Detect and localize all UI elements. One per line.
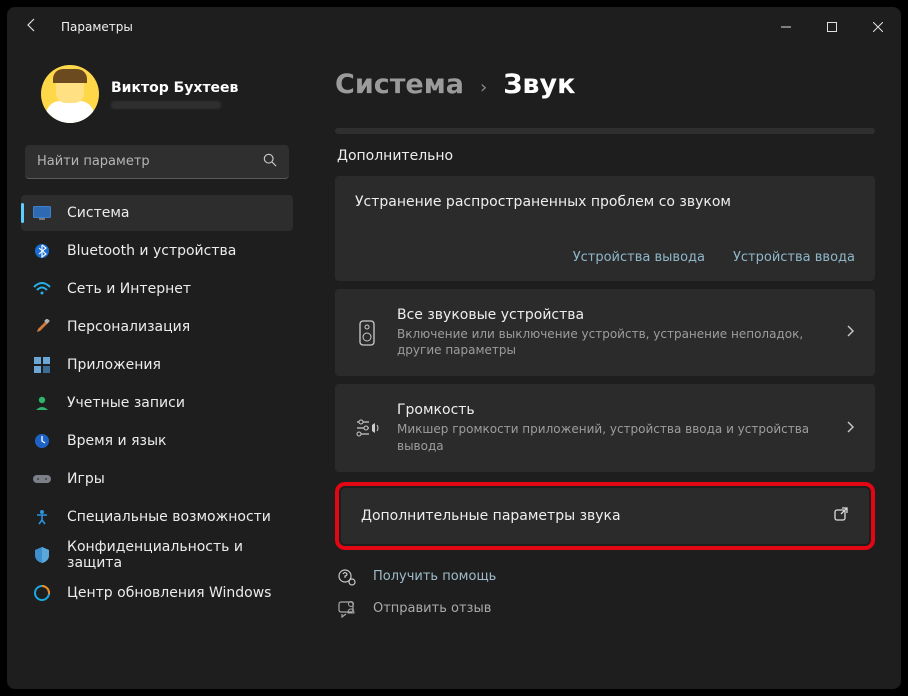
close-button[interactable] bbox=[855, 7, 901, 47]
nav-item-privacy[interactable]: Конфиденциальность и защита bbox=[21, 537, 293, 573]
nav-label: Центр обновления Windows bbox=[67, 585, 271, 601]
wifi-icon bbox=[33, 280, 51, 298]
brush-icon bbox=[33, 318, 51, 336]
card-troubleshoot-sound: Устранение распространенных проблем со з… bbox=[335, 176, 875, 281]
nav-label: Конфиденциальность и защита bbox=[67, 539, 281, 571]
nav-item-system[interactable]: Система bbox=[21, 195, 293, 231]
open-external-icon bbox=[833, 506, 849, 526]
nav-item-network[interactable]: Сеть и Интернет bbox=[21, 271, 293, 307]
apps-icon bbox=[33, 356, 51, 374]
nav-label: Специальные возможности bbox=[67, 509, 271, 525]
nav-item-time-language[interactable]: Время и язык bbox=[21, 423, 293, 459]
user-email-blurred bbox=[111, 101, 221, 109]
user-block[interactable]: Виктор Бухтеев bbox=[21, 47, 293, 145]
card-title: Дополнительные параметры звука bbox=[361, 508, 815, 524]
link-send-feedback[interactable]: Отправить отзыв bbox=[337, 600, 875, 618]
display-icon bbox=[33, 204, 51, 222]
update-icon bbox=[33, 584, 51, 602]
clock-globe-icon bbox=[33, 432, 51, 450]
card-title: Громкость bbox=[397, 402, 827, 418]
gamepad-icon bbox=[33, 470, 51, 488]
feedback-icon bbox=[337, 600, 357, 618]
mixer-icon bbox=[355, 418, 379, 438]
user-name: Виктор Бухтеев bbox=[111, 80, 238, 96]
chevron-right-icon: › bbox=[480, 77, 487, 98]
nav-label: Персонализация bbox=[67, 319, 190, 335]
link-label: Отправить отзыв bbox=[373, 601, 491, 616]
nav-item-accessibility[interactable]: Специальные возможности bbox=[21, 499, 293, 535]
nav-label: Система bbox=[67, 205, 129, 221]
minimize-button[interactable] bbox=[763, 7, 809, 47]
breadcrumb-current: Звук bbox=[503, 69, 575, 100]
scroll-edge-indicator bbox=[335, 128, 875, 134]
nav-label: Приложения bbox=[67, 357, 161, 373]
nav-item-accounts[interactable]: Учетные записи bbox=[21, 385, 293, 421]
card-subtitle: Включение или выключение устройств, устр… bbox=[397, 326, 827, 358]
link-get-help[interactable]: Получить помощь bbox=[337, 568, 875, 586]
titlebar: Параметры bbox=[7, 7, 901, 47]
shield-icon bbox=[33, 546, 51, 564]
link-label: Получить помощь bbox=[373, 569, 496, 584]
link-input-devices[interactable]: Устройства ввода bbox=[733, 250, 855, 265]
help-chat-icon bbox=[337, 568, 357, 586]
nav-label: Bluetooth и устройства bbox=[67, 243, 236, 259]
speaker-icon bbox=[355, 320, 379, 346]
nav-item-gaming[interactable]: Игры bbox=[21, 461, 293, 497]
nav-label: Учетные записи bbox=[67, 395, 185, 411]
card-volume-mixer[interactable]: Громкость Микшер громкости приложений, у… bbox=[335, 384, 875, 471]
nav-label: Время и язык bbox=[67, 433, 166, 449]
nav-list: Система Bluetooth и устройства Сеть и Ин… bbox=[21, 195, 293, 611]
content-area: Система › Звук Дополнительно Устранение … bbox=[307, 47, 901, 689]
search-icon bbox=[263, 153, 277, 171]
nav-item-apps[interactable]: Приложения bbox=[21, 347, 293, 383]
sidebar: Виктор Бухтеев Система Bluetooth и устро… bbox=[7, 47, 307, 689]
breadcrumb: Система › Звук bbox=[335, 69, 875, 100]
bluetooth-icon bbox=[33, 242, 51, 260]
accessibility-icon bbox=[33, 508, 51, 526]
chevron-right-icon bbox=[845, 323, 855, 342]
window-title: Параметры bbox=[61, 20, 133, 34]
nav-label: Сеть и Интернет bbox=[67, 281, 191, 297]
card-title: Все звуковые устройства bbox=[397, 307, 827, 323]
maximize-button[interactable] bbox=[809, 7, 855, 47]
back-button[interactable] bbox=[23, 17, 41, 37]
troubleshoot-title: Устранение распространенных проблем со з… bbox=[355, 194, 731, 210]
highlighted-item: Дополнительные параметры звука bbox=[335, 482, 875, 550]
settings-window: Параметры Виктор Бухтеев bbox=[7, 7, 901, 689]
nav-item-personalization[interactable]: Персонализация bbox=[21, 309, 293, 345]
footer-links: Получить помощь Отправить отзыв bbox=[335, 568, 875, 618]
card-subtitle: Микшер громкости приложений, устройства … bbox=[397, 421, 827, 453]
nav-item-windows-update[interactable]: Центр обновления Windows bbox=[21, 575, 293, 611]
search-input[interactable] bbox=[37, 154, 263, 169]
nav-item-bluetooth[interactable]: Bluetooth и устройства bbox=[21, 233, 293, 269]
card-advanced-sound-settings[interactable]: Дополнительные параметры звука bbox=[341, 488, 869, 544]
avatar bbox=[41, 65, 99, 123]
search-box[interactable] bbox=[25, 145, 289, 179]
link-output-devices[interactable]: Устройства вывода bbox=[573, 250, 705, 265]
nav-label: Игры bbox=[67, 471, 105, 487]
person-icon bbox=[33, 394, 51, 412]
section-label-additional: Дополнительно bbox=[337, 148, 875, 164]
breadcrumb-parent[interactable]: Система bbox=[335, 69, 464, 100]
chevron-right-icon bbox=[845, 419, 855, 438]
card-all-sound-devices[interactable]: Все звуковые устройства Включение или вы… bbox=[335, 289, 875, 376]
